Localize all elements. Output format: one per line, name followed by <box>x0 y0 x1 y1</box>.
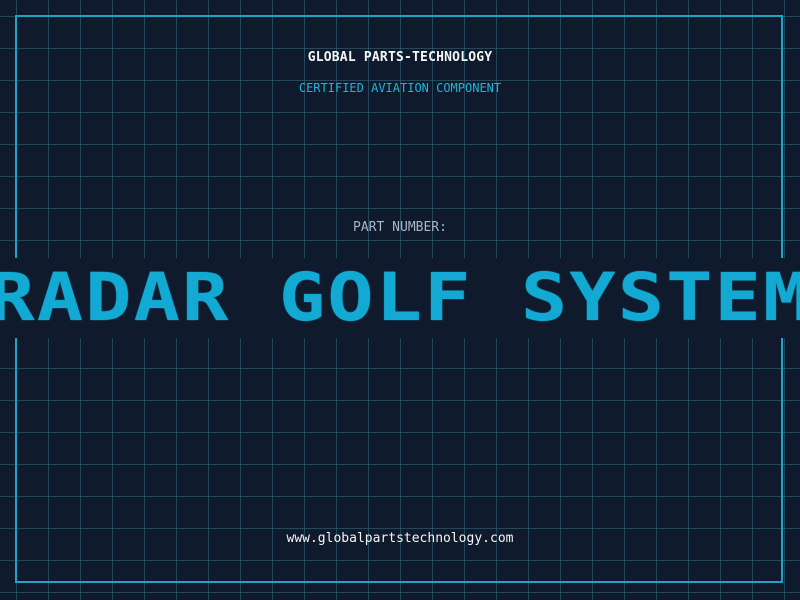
part-number-label: PART NUMBER: <box>353 220 447 235</box>
part-number-title: RADAR GOLF SYSTEM <box>0 259 800 336</box>
website-url: www.globalpartstechnology.com <box>286 531 514 546</box>
company-name: GLOBAL PARTS-TECHNOLOGY <box>307 50 493 65</box>
certification-text: CERTIFIED AVIATION COMPONENT <box>298 81 502 95</box>
blueprint-grid-background: GLOBAL PARTS-TECHNOLOGY CERTIFIED AVIATI… <box>0 0 800 600</box>
